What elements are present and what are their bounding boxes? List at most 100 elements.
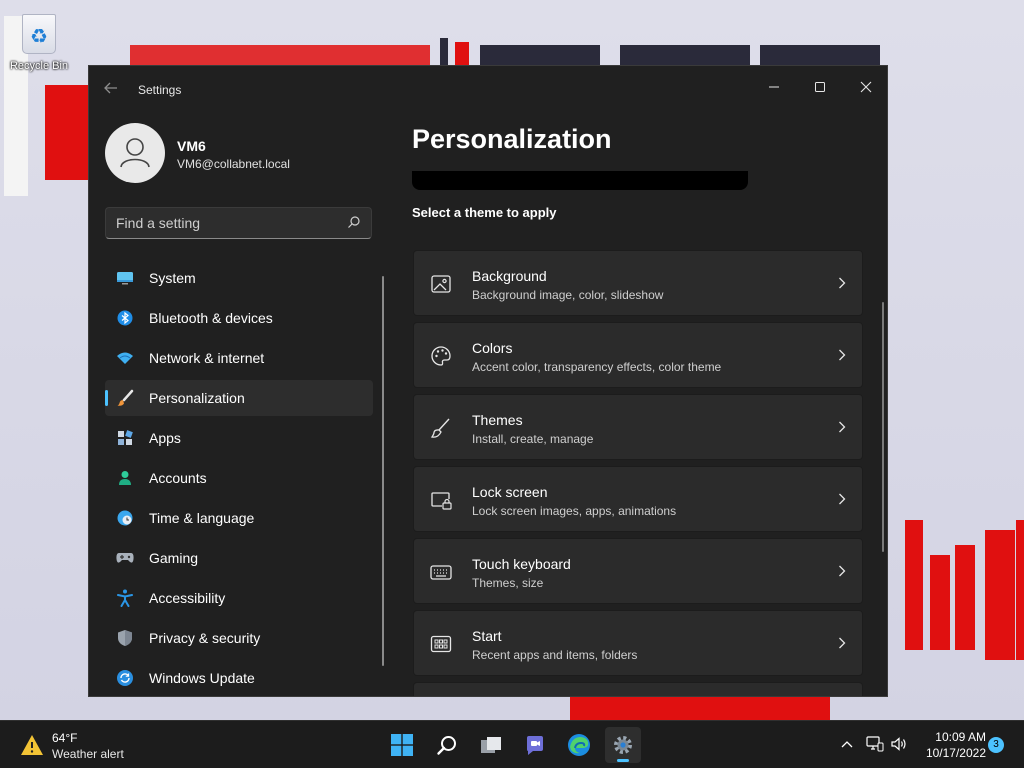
sidebar-item-label: Gaming: [149, 550, 199, 566]
sidebar-item-label: System: [149, 270, 196, 286]
sidebar-item-accounts[interactable]: Accounts: [105, 460, 373, 496]
sidebar-item-personalization[interactable]: Personalization: [105, 380, 373, 416]
task-view-button[interactable]: [473, 727, 509, 763]
person-icon: [115, 468, 135, 488]
sidebar-item-accessibility[interactable]: Accessibility: [105, 580, 373, 616]
card-subtitle: Themes, size: [472, 576, 544, 590]
palette-icon: [431, 346, 451, 366]
apps-icon: [115, 428, 135, 448]
card-title: Start: [472, 628, 502, 644]
settings-taskbar-button[interactable]: [605, 727, 641, 763]
recycle-bin-desktop-icon[interactable]: ♻ Recycle Bin: [6, 14, 72, 72]
lock-screen-card[interactable]: Lock screen Lock screen images, apps, an…: [413, 466, 863, 532]
clock[interactable]: 10:09 AM 10/17/2022: [916, 729, 986, 761]
sidebar-item-time-language[interactable]: Time & language: [105, 500, 373, 536]
title-bar[interactable]: Settings: [89, 66, 887, 114]
notification-badge[interactable]: 3: [988, 737, 1004, 753]
colors-card[interactable]: Colors Accent color, transparency effect…: [413, 322, 863, 388]
sidebar-item-bluetooth[interactable]: Bluetooth & devices: [105, 300, 373, 336]
search-input[interactable]: [106, 208, 336, 238]
paintbrush-icon: [115, 388, 135, 408]
weather-alert-icon: [21, 735, 43, 755]
sync-icon: [115, 668, 135, 688]
maximize-icon: [815, 82, 825, 92]
card-subtitle: Background image, color, slideshow: [472, 288, 664, 302]
windows-logo-icon: [391, 734, 413, 756]
chevron-right-icon: [839, 565, 846, 577]
section-label: Select a theme to apply: [412, 205, 557, 220]
minimize-button[interactable]: [751, 72, 797, 102]
speaker-icon: [891, 737, 906, 751]
chevron-right-icon: [839, 421, 846, 433]
sidebar-item-network[interactable]: Network & internet: [105, 340, 373, 376]
teams-chat-button[interactable]: [517, 727, 553, 763]
start-icon: [430, 635, 452, 653]
page-title: Personalization: [412, 124, 612, 154]
sidebar-item-apps[interactable]: Apps: [105, 420, 373, 456]
wifi-icon: [115, 348, 135, 368]
start-card[interactable]: Start Recent apps and items, folders: [413, 610, 863, 676]
window-title: Settings: [138, 83, 182, 97]
search-box[interactable]: [105, 207, 372, 239]
sidebar-item-privacy-security[interactable]: Privacy & security: [105, 620, 373, 656]
taskbar: 64°F Weather alert 10:09 AM 10/17/2022 3: [0, 720, 1024, 768]
sidebar-item-label: Network & internet: [149, 350, 265, 366]
card-subtitle: Install, create, manage: [472, 432, 594, 446]
close-button[interactable]: [843, 72, 887, 102]
start-button[interactable]: [384, 727, 420, 763]
card-title: Themes: [472, 412, 523, 428]
card-subtitle: Lock screen images, apps, animations: [472, 504, 677, 518]
card-title: Colors: [472, 340, 513, 356]
clock-date: 10/17/2022: [925, 746, 986, 760]
sidebar-item-label: Windows Update: [149, 670, 255, 686]
bluetooth-icon: [115, 308, 135, 328]
weather-temperature: 64°F: [52, 731, 78, 745]
sidebar-item-gaming[interactable]: Gaming: [105, 540, 373, 576]
card-subtitle: Recent apps and items, folders: [472, 648, 638, 662]
weather-alert-label: Weather alert: [52, 747, 124, 761]
theme-preview: [412, 171, 748, 190]
globe-clock-icon: [115, 508, 135, 528]
gear-icon: [614, 736, 632, 754]
edge-browser-icon: [568, 734, 590, 756]
lock-screen-icon: [431, 492, 452, 510]
sidebar-item-system[interactable]: System: [105, 260, 373, 296]
next-settings-card[interactable]: [413, 682, 863, 696]
edge-button[interactable]: [561, 727, 597, 763]
avatar[interactable]: [105, 123, 165, 183]
close-icon: [860, 81, 872, 93]
sidebar-item-windows-update[interactable]: Windows Update: [105, 660, 373, 696]
accessibility-icon: [115, 588, 135, 608]
touch-keyboard-card[interactable]: Touch keyboard Themes, size: [413, 538, 863, 604]
back-arrow-icon: [104, 82, 117, 94]
taskbar-search-button[interactable]: [429, 727, 465, 763]
search-icon[interactable]: [347, 215, 361, 229]
shield-icon: [115, 628, 135, 648]
background-card[interactable]: Background Background image, color, slid…: [413, 250, 863, 316]
keyboard-icon: [430, 565, 452, 580]
brush-icon: [430, 418, 450, 438]
settings-window: Settings VM6 VM6@collabnet.local Syst: [88, 65, 888, 697]
gamepad-icon: [115, 548, 135, 568]
show-hidden-icons-button[interactable]: [836, 733, 858, 755]
content-scrollbar[interactable]: [882, 302, 884, 552]
sidebar-scrollbar[interactable]: [382, 276, 384, 666]
network-icon: [866, 736, 884, 752]
chevron-up-icon: [841, 741, 853, 748]
sidebar-item-label: Accounts: [149, 470, 207, 486]
weather-widget[interactable]: 64°F Weather alert: [16, 729, 156, 763]
back-button[interactable]: [103, 80, 123, 100]
card-title: Lock screen: [472, 484, 548, 500]
recycle-bin-icon: ♻: [22, 14, 56, 54]
sidebar-item-label: Apps: [149, 430, 181, 446]
monitor-icon: [115, 268, 135, 288]
task-view-icon: [481, 737, 501, 753]
volume-tray-button[interactable]: [888, 733, 910, 755]
themes-card[interactable]: Themes Install, create, manage: [413, 394, 863, 460]
network-tray-button[interactable]: [864, 733, 886, 755]
chevron-right-icon: [839, 637, 846, 649]
sidebar-item-label: Time & language: [149, 510, 255, 526]
maximize-button[interactable]: [797, 72, 843, 102]
chat-icon: [527, 736, 543, 755]
chevron-right-icon: [839, 493, 846, 505]
